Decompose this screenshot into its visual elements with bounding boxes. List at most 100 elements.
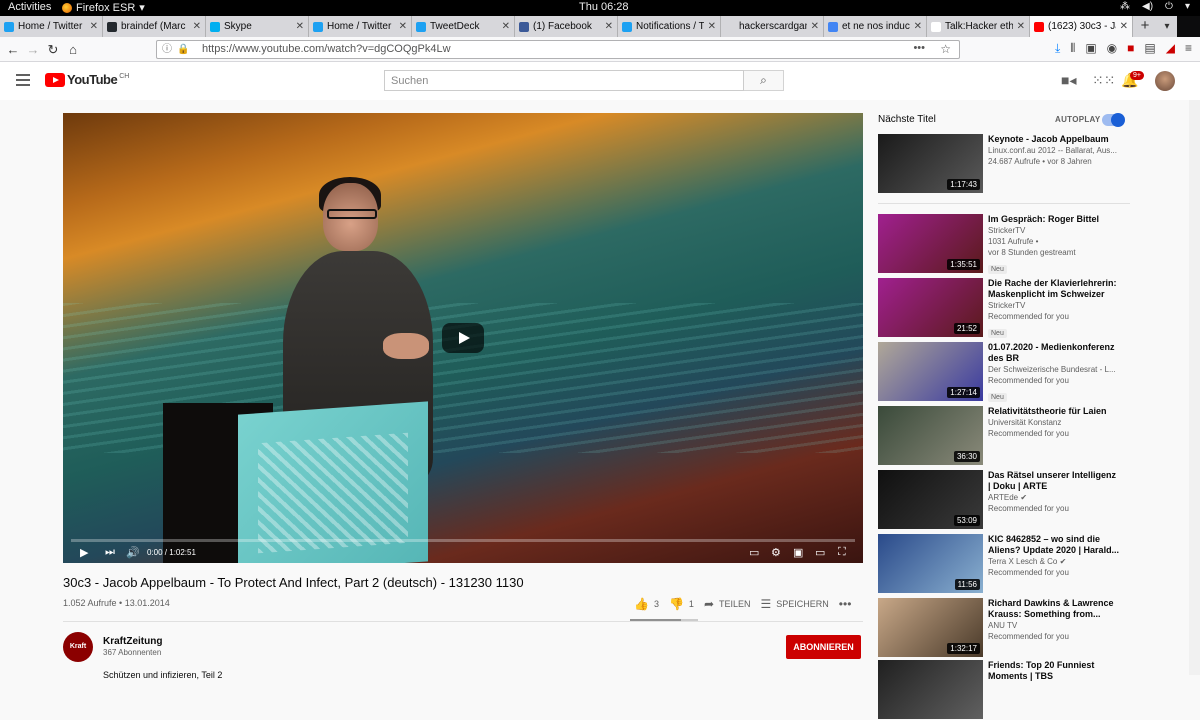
recommended-video[interactable]: 1:32:17 Richard Dawkins & Lawrence Krauss…: [878, 598, 1130, 658]
settings-gear-icon[interactable]: ⚙: [771, 546, 781, 559]
miniplayer-icon[interactable]: ▣: [793, 546, 803, 559]
video-title-link[interactable]: Keynote - Jacob Appelbaum: [988, 134, 1120, 145]
progress-bar[interactable]: [71, 539, 855, 542]
system-clock[interactable]: Thu 06:28: [579, 1, 629, 13]
video-thumbnail[interactable]: 21:52: [878, 278, 983, 337]
browser-tab[interactable]: (1623) 30c3 - Ja ✕: [1030, 16, 1133, 37]
tab-close-icon[interactable]: ✕: [1017, 21, 1025, 32]
channel-avatar[interactable]: Kraft Zeitung: [63, 632, 93, 662]
channel-name[interactable]: KraftZeitung: [103, 636, 162, 647]
activities-button[interactable]: Activities: [8, 1, 51, 13]
like-button[interactable]: 👍 3: [634, 597, 659, 611]
new-tab-button[interactable]: +: [1133, 16, 1157, 37]
save-button[interactable]: ☰ SPEICHERN: [761, 597, 829, 611]
video-thumbnail[interactable]: 11:56: [878, 534, 983, 593]
subtitles-icon[interactable]: ▭: [749, 546, 759, 559]
sidebar-icon[interactable]: ▣: [1085, 41, 1096, 56]
video-thumbnail[interactable]: 53:09: [878, 470, 983, 529]
video-title-link[interactable]: Im Gespräch: Roger Bittel: [988, 214, 1120, 225]
video-title-link[interactable]: KIC 8462852 – wo sind die Aliens? Update…: [988, 534, 1120, 556]
recommended-video[interactable]: 1:17:43 Keynote - Jacob Appelbaum Linux.co…: [878, 134, 1130, 194]
forward-button[interactable]: →: [23, 40, 43, 59]
tab-close-icon[interactable]: ✕: [193, 21, 201, 32]
list-all-tabs-button[interactable]: ▾: [1157, 16, 1177, 37]
video-thumbnail[interactable]: 1:17:43: [878, 134, 983, 193]
app-menu[interactable]: Firefox ESR ▾: [62, 1, 145, 14]
extension-badge-icon[interactable]: ■: [1127, 41, 1134, 56]
extension-icon-2[interactable]: ▤: [1144, 41, 1155, 56]
page-actions-icon[interactable]: •••: [913, 40, 925, 57]
tab-close-icon[interactable]: ✕: [399, 21, 407, 32]
recommended-video[interactable]: 11:56 KIC 8462852 – wo sind die Aliens? U…: [878, 534, 1130, 594]
url-bar[interactable]: ⓘ 🔒 https://www.youtube.com/watch?v=dgCO…: [156, 40, 960, 59]
recommended-video[interactable]: 1:27:14 01.07.2020 - Medienkonferenz des …: [878, 342, 1130, 402]
video-player[interactable]: ▶ ⏭ 🔊 0:00 / 1:02:51 ▭ ⚙ ▣ ▭ ⛶: [63, 113, 863, 563]
browser-tab[interactable]: braindef (Marc ✕: [103, 16, 206, 37]
recommended-video[interactable]: 36:30 Relativitätstheorie für Laien Univer…: [878, 406, 1130, 466]
browser-tab[interactable]: et ne nos induca ✕: [824, 16, 927, 37]
video-title-link[interactable]: 01.07.2020 - Medienkonferenz des BR: [988, 342, 1120, 364]
video-title-link[interactable]: Friends: Top 20 Funniest Moments | TBS: [988, 660, 1120, 682]
create-video-icon[interactable]: ■◂: [1061, 72, 1076, 89]
video-thumbnail[interactable]: 1:32:17: [878, 598, 983, 657]
tab-close-icon[interactable]: ✕: [296, 21, 304, 32]
large-play-button[interactable]: [442, 323, 484, 353]
extension-icon[interactable]: ◉: [1107, 41, 1117, 56]
system-tray[interactable]: ⁂ ◀) ⏻ ▾: [1120, 1, 1190, 12]
url-text[interactable]: https://www.youtube.com/watch?v=dgCOQgPk…: [202, 41, 451, 58]
tab-close-icon[interactable]: ✕: [90, 21, 98, 32]
video-thumbnail[interactable]: 1:35:51: [878, 214, 983, 273]
play-icon[interactable]: ▶: [80, 546, 88, 559]
tab-close-icon[interactable]: ✕: [605, 21, 613, 32]
tab-close-icon[interactable]: ✕: [914, 21, 922, 32]
download-icon[interactable]: ⤓: [1055, 41, 1060, 56]
tab-close-icon[interactable]: ✕: [811, 21, 819, 32]
youtube-logo[interactable]: YouTube CH: [45, 73, 129, 87]
subscribe-button[interactable]: ABONNIEREN: [786, 635, 861, 659]
apps-grid-icon[interactable]: ⁙⁙: [1092, 72, 1115, 89]
recommended-video[interactable]: 1:35:51 Im Gespräch: Roger Bittel Stricker…: [878, 214, 1130, 274]
menu-icon[interactable]: ≡: [1185, 41, 1192, 56]
video-title-link[interactable]: Die Rache der Klavierlehrerin: Maskenpli…: [988, 278, 1120, 300]
video-title-link[interactable]: Das Rätsel unserer Intelligenz | Doku | …: [988, 470, 1120, 492]
info-icon[interactable]: ⓘ: [162, 41, 172, 58]
more-actions-button[interactable]: •••: [839, 597, 852, 611]
search-button[interactable]: ⌕: [744, 70, 784, 91]
fullscreen-icon[interactable]: ⛶: [838, 546, 846, 559]
library-icon[interactable]: ⫴: [1070, 41, 1075, 56]
search-input[interactable]: Suchen: [384, 70, 744, 91]
video-thumbnail[interactable]: [878, 660, 983, 719]
video-thumbnail[interactable]: 1:27:14: [878, 342, 983, 401]
browser-tab[interactable]: Home / Twitter ✕: [309, 16, 412, 37]
tab-close-icon[interactable]: ✕: [1120, 21, 1128, 32]
autoplay-toggle[interactable]: [1102, 113, 1125, 127]
recommended-video[interactable]: 53:09 Das Rätsel unserer Intelligenz | Do…: [878, 470, 1130, 530]
recommended-video[interactable]: 21:52 Die Rache der Klavierlehrerin: Mask…: [878, 278, 1130, 338]
back-button[interactable]: ←: [3, 40, 23, 59]
browser-tab[interactable]: Notifications / T ✕: [618, 16, 721, 37]
guide-menu-icon[interactable]: [16, 74, 30, 86]
tab-close-icon[interactable]: ✕: [502, 21, 510, 32]
browser-tab[interactable]: TweetDeck ✕: [412, 16, 515, 37]
account-avatar[interactable]: [1155, 71, 1175, 91]
recommended-video[interactable]: Friends: Top 20 Funniest Moments | TBS: [878, 660, 1130, 720]
lock-icon[interactable]: 🔒: [177, 41, 189, 58]
share-button[interactable]: ➦ TEILEN: [704, 597, 751, 611]
video-thumbnail[interactable]: 36:30: [878, 406, 983, 465]
browser-tab[interactable]: Home / Twitter ✕: [0, 16, 103, 37]
next-icon[interactable]: ⏭: [105, 546, 115, 559]
browser-tab[interactable]: Skype ✕: [206, 16, 309, 37]
bookmark-star-icon[interactable]: ☆: [940, 41, 951, 58]
volume-icon[interactable]: 🔊: [126, 546, 140, 559]
reload-button[interactable]: ↻: [43, 40, 63, 59]
browser-tab[interactable]: hackerscardgame.c ✕: [721, 16, 824, 37]
page-scrollbar[interactable]: [1189, 100, 1200, 675]
video-title-link[interactable]: Relativitätstheorie für Laien: [988, 406, 1120, 417]
extension-icon-3[interactable]: ◢: [1166, 41, 1175, 56]
dislike-button[interactable]: 👎 1: [669, 597, 694, 611]
home-button[interactable]: ⌂: [63, 40, 83, 59]
video-title-link[interactable]: Richard Dawkins & Lawrence Krauss: Somet…: [988, 598, 1120, 620]
browser-tab[interactable]: (1) Facebook ✕: [515, 16, 618, 37]
tab-close-icon[interactable]: ✕: [708, 21, 716, 32]
theater-mode-icon[interactable]: ▭: [815, 546, 825, 559]
